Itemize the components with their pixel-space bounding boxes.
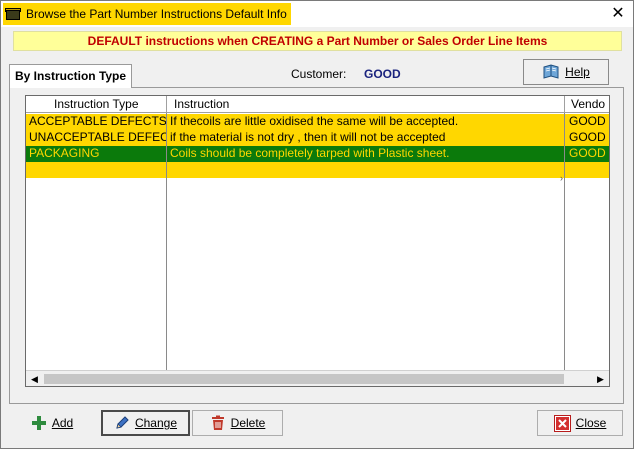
trash-icon xyxy=(210,415,226,431)
book-icon xyxy=(542,64,560,80)
cell-instruction-type: ACCEPTABLE DEFECTS xyxy=(29,114,167,128)
add-label: Add xyxy=(51,416,74,430)
table-row-empty[interactable] xyxy=(26,162,609,178)
column-header-instruction[interactable]: Instruction xyxy=(167,96,565,113)
window-title: Browse the Part Number Instructions Defa… xyxy=(26,7,287,21)
help-button[interactable]: Help xyxy=(523,59,609,85)
cell-vendor: GOOD xyxy=(569,114,606,128)
add-button[interactable]: Add xyxy=(9,410,95,436)
column-divider xyxy=(564,113,565,370)
cell-instruction: If thecoils are little oxidised the same… xyxy=(170,114,459,128)
tab-panel: Instruction Type Instruction Vendo ACCEP… xyxy=(9,87,624,404)
default-instructions-banner: DEFAULT instructions when CREATING a Par… xyxy=(13,31,622,51)
change-label: Change xyxy=(134,416,178,430)
grid-header: Instruction Type Instruction Vendo xyxy=(26,96,609,113)
dialog-window: Browse the Part Number Instructions Defa… xyxy=(0,0,634,449)
column-resize-mark: › xyxy=(560,173,563,183)
customer-label: Customer: xyxy=(291,67,347,81)
help-label: Help xyxy=(565,65,590,79)
scrollbar-thumb[interactable] xyxy=(44,374,564,384)
cell-instruction: if the material is not dry , then it wil… xyxy=(170,130,446,144)
table-row-selected[interactable]: PACKAGING Coils should be completely tar… xyxy=(26,146,609,162)
customer-value: GOOD xyxy=(364,67,401,81)
cell-vendor: GOOD xyxy=(569,130,606,144)
plus-icon xyxy=(31,415,47,431)
table-row[interactable]: ACCEPTABLE DEFECTS If thecoils are littl… xyxy=(26,114,609,130)
title-highlight: Browse the Part Number Instructions Defa… xyxy=(3,3,291,25)
cell-vendor: GOOD xyxy=(569,146,606,160)
delete-button[interactable]: Delete xyxy=(192,410,283,436)
pencil-icon xyxy=(114,415,130,431)
window-close-button[interactable]: ✕ xyxy=(609,4,627,22)
close-button[interactable]: Close xyxy=(537,410,623,436)
scroll-left-arrow-icon[interactable]: ◀ xyxy=(26,371,43,386)
delete-label: Delete xyxy=(230,416,266,430)
cell-instruction: Coils should be completely tarped with P… xyxy=(170,146,450,160)
change-button[interactable]: Change xyxy=(101,410,190,436)
title-bar: Browse the Part Number Instructions Defa… xyxy=(1,1,633,27)
close-box-icon xyxy=(553,414,571,432)
instructions-grid: Instruction Type Instruction Vendo ACCEP… xyxy=(25,95,610,387)
column-header-instruction-type[interactable]: Instruction Type xyxy=(26,96,167,113)
box-icon xyxy=(5,7,21,21)
tab-by-instruction-type[interactable]: By Instruction Type xyxy=(9,64,132,88)
table-row[interactable]: UNACCEPTABLE DEFECTS if the material is … xyxy=(26,130,609,146)
cell-instruction-type: UNACCEPTABLE DEFECTS xyxy=(29,130,167,144)
column-divider xyxy=(166,113,167,370)
horizontal-scrollbar[interactable]: ◀ ▶ xyxy=(26,370,609,386)
column-header-vendor[interactable]: Vendo xyxy=(565,96,609,113)
cell-instruction-type: PACKAGING xyxy=(29,146,100,160)
close-label: Close xyxy=(575,416,607,430)
scroll-right-arrow-icon[interactable]: ▶ xyxy=(592,371,609,386)
